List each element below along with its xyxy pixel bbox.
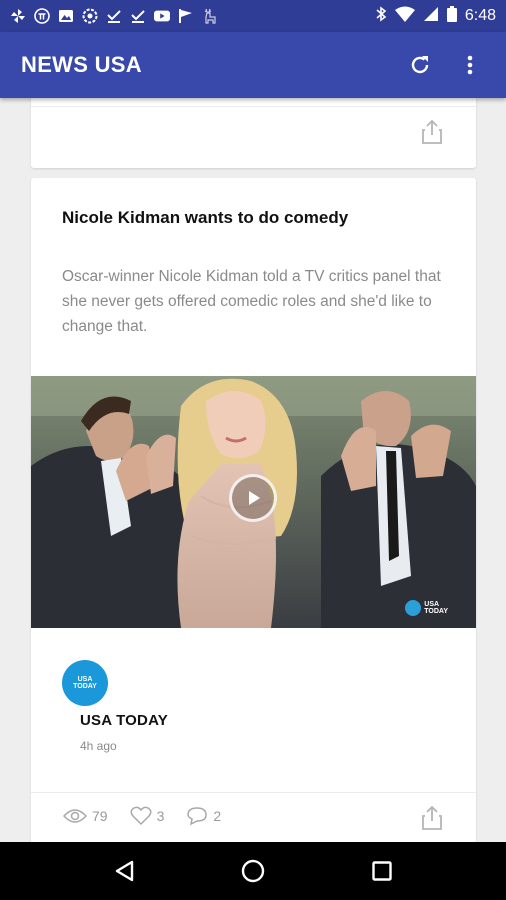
eye-icon xyxy=(63,809,87,823)
heart-icon xyxy=(130,806,152,826)
check-icon xyxy=(130,8,146,24)
comments-count: 2 xyxy=(213,808,222,824)
source-name[interactable]: USA TODAY xyxy=(80,712,168,729)
share-icon xyxy=(422,805,442,830)
comments-stat[interactable]: 2 xyxy=(186,806,221,826)
flag-icon xyxy=(178,8,194,24)
refresh-button[interactable] xyxy=(402,47,438,83)
youtube-icon xyxy=(154,8,170,24)
recents-button[interactable] xyxy=(362,851,402,891)
gallery-icon xyxy=(58,8,74,24)
status-bar: 6:48 xyxy=(0,0,506,32)
likes-stat[interactable]: 3 xyxy=(130,806,165,826)
home-icon xyxy=(241,859,265,883)
overflow-menu-button[interactable] xyxy=(452,47,488,83)
source-logo[interactable]: USA TODAY xyxy=(62,660,108,706)
recents-icon xyxy=(371,861,392,881)
play-button[interactable] xyxy=(229,474,277,522)
notification-icons xyxy=(10,8,375,24)
bluetooth-icon xyxy=(375,6,387,26)
article-video[interactable]: USA TODAY xyxy=(31,376,476,628)
home-button[interactable] xyxy=(233,851,273,891)
pi-icon xyxy=(34,8,50,24)
share-icon xyxy=(422,119,442,144)
play-icon xyxy=(249,491,260,505)
source-watermark: USA TODAY xyxy=(405,600,448,616)
previous-article-card[interactable] xyxy=(31,98,476,168)
article-card[interactable]: Nicole Kidman wants to do comedy Oscar-w… xyxy=(31,178,476,842)
system-nav-bar xyxy=(0,842,506,900)
share-button[interactable] xyxy=(418,118,446,146)
more-vert-icon xyxy=(467,55,473,75)
article-headline[interactable]: Nicole Kidman wants to do comedy xyxy=(62,208,442,228)
article-summary: Oscar-winner Nicole Kidman told a TV cri… xyxy=(62,268,441,335)
usa-today-dot-icon xyxy=(405,600,422,616)
views-stat: 79 xyxy=(63,808,108,824)
app-bar: NEWS USA xyxy=(0,32,506,98)
pinwheel-icon xyxy=(10,8,26,24)
signal-icon xyxy=(423,6,439,26)
article-stats: 79 3 2 xyxy=(63,806,243,826)
app-title: NEWS USA xyxy=(21,52,142,77)
clock: 6:48 xyxy=(464,7,496,24)
card-divider xyxy=(31,106,476,107)
comment-icon xyxy=(187,807,208,826)
share-button[interactable] xyxy=(418,804,446,832)
deer-icon xyxy=(202,8,218,24)
wifi-icon xyxy=(394,6,415,26)
check-icon xyxy=(106,8,122,24)
watermark-text: USA TODAY xyxy=(424,601,448,615)
news-feed[interactable]: Nicole Kidman wants to do comedy Oscar-w… xyxy=(0,98,506,842)
published-time: 4h ago xyxy=(80,739,117,753)
settings-circle-icon xyxy=(82,8,98,24)
back-icon xyxy=(116,860,134,882)
refresh-icon xyxy=(411,56,429,74)
battery-icon xyxy=(446,6,457,26)
likes-count: 3 xyxy=(156,808,165,824)
system-status: 6:48 xyxy=(375,6,496,26)
views-count: 79 xyxy=(92,808,108,824)
card-divider xyxy=(31,792,476,793)
back-button[interactable] xyxy=(104,851,144,891)
